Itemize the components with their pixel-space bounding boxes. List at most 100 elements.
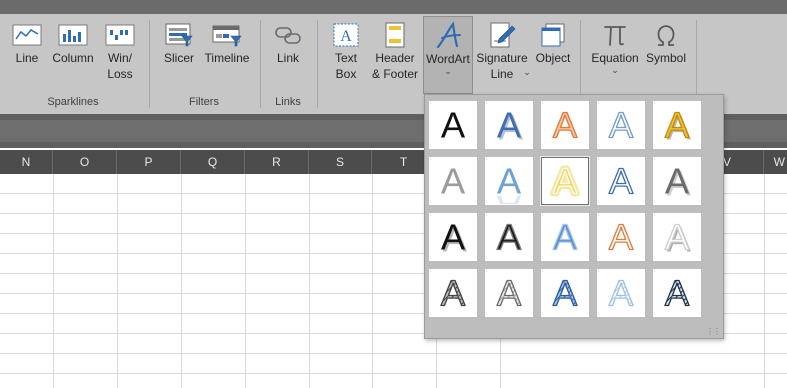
wordart-style-fill-gray-shadow[interactable]: AA (653, 157, 701, 205)
svg-text:A: A (497, 160, 522, 201)
wordart-letter-icon: A (608, 272, 634, 314)
svg-text:A: A (665, 104, 690, 145)
wordart-button[interactable]: WordArt ⌄ (423, 16, 473, 94)
wordart-icon (432, 21, 464, 51)
wordart-style-outline-blue[interactable]: A (597, 157, 645, 205)
winloss-sparkline-icon (104, 20, 136, 50)
timeline-button[interactable]: Timeline (202, 16, 252, 66)
signature-line-button[interactable]: Signature Line ⌄ (474, 16, 531, 81)
timeline-label: Timeline (204, 51, 250, 65)
object-icon (537, 20, 569, 50)
wordart-style-pattern-blue-light[interactable]: A (597, 269, 645, 317)
wordart-style-fill-blue-shadow[interactable]: AA (485, 101, 533, 149)
svg-text:A: A (665, 160, 690, 201)
svg-text:A: A (609, 160, 634, 201)
svg-text:A: A (497, 272, 522, 313)
line-sparkline-icon (11, 20, 43, 50)
group-separator (149, 20, 150, 108)
sparkline-column-button[interactable]: Column (50, 16, 96, 66)
wordart-letter-icon: A (441, 160, 466, 201)
wordart-style-pattern-blue[interactable]: A (541, 269, 589, 317)
gridline (53, 174, 54, 388)
svg-text:A: A (553, 216, 578, 257)
wordart-style-fill-white-gray-shadow[interactable]: AA (653, 213, 701, 261)
chevron-down-icon: ⌄ (523, 67, 531, 77)
wordart-label: WordArt (426, 52, 470, 66)
slicer-button[interactable]: Slicer (158, 16, 200, 66)
column-header-s[interactable]: S (309, 150, 372, 174)
wordart-letter-icon: AA (441, 216, 468, 259)
wordart-style-fill-black[interactable]: A (429, 101, 477, 149)
link-button[interactable]: Link (268, 16, 308, 66)
resize-grip-icon[interactable]: ⋮⋮ (706, 327, 721, 336)
wordart-letter-icon: AA (665, 160, 692, 203)
omega-icon (650, 20, 682, 50)
slicer-icon (163, 20, 195, 50)
wordart-letter-icon: AA (664, 216, 692, 260)
object-label: Object (535, 51, 571, 65)
text-box-icon: A (330, 20, 362, 50)
wordart-letter-icon: AA (497, 104, 524, 147)
wordart-style-fill-orange-outline[interactable]: A (541, 101, 589, 149)
svg-text:A: A (553, 160, 578, 201)
wordart-style-pattern-gray[interactable]: A (429, 269, 477, 317)
wordart-letter-icon: A (608, 216, 634, 258)
wordart-letter-icon: AA (550, 158, 581, 204)
wordart-style-fill-gold-shadow[interactable]: AA (653, 101, 701, 149)
gridline (372, 174, 373, 388)
text-box-button[interactable]: A Text Box (326, 16, 366, 82)
svg-text:A: A (497, 104, 522, 145)
pi-icon (599, 20, 631, 50)
equation-label: Equation (591, 51, 639, 65)
column-header-r[interactable]: R (245, 150, 309, 174)
filters-group-label: Filters (189, 96, 219, 108)
group-separator (317, 20, 318, 108)
wordart-letter-icon: A (441, 104, 466, 145)
wordart-style-outline-orange[interactable]: A (597, 213, 645, 261)
gridline (309, 174, 310, 388)
svg-text:A: A (609, 216, 634, 257)
wordart-letter-icon: AA (664, 104, 692, 148)
svg-text:A: A (441, 216, 466, 257)
text-box-label: Text Box (334, 51, 357, 81)
svg-text:A: A (441, 272, 466, 313)
equation-button[interactable]: Equation ⌄ (588, 16, 642, 75)
wordart-style-fill-black-white-outline[interactable]: A (485, 213, 533, 261)
gridline (117, 174, 118, 388)
header-footer-icon (379, 20, 411, 50)
sparkline-winloss-button[interactable]: Win/ Loss (100, 16, 140, 82)
wordart-letter-icon: A (440, 272, 466, 314)
sparkline-line-button[interactable]: Line (6, 16, 48, 66)
wordart-letter-icon: A (552, 104, 578, 146)
symbol-button[interactable]: Symbol (643, 16, 689, 66)
column-header-q[interactable]: Q (181, 150, 245, 174)
svg-text:A: A (665, 216, 690, 257)
sparkline-line-label: Line (15, 51, 39, 65)
column-header-n[interactable]: N (0, 150, 53, 174)
wordart-style-fill-blue-bevel[interactable]: A (541, 213, 589, 261)
header-footer-button[interactable]: Header & Footer (368, 16, 422, 82)
object-button[interactable]: Object (531, 16, 575, 66)
wordart-style-pattern-navy[interactable]: A (653, 269, 701, 317)
wordart-letter-icon: A (552, 216, 578, 258)
wordart-style-fill-gold-glow[interactable]: AA (540, 156, 590, 206)
signature-line-icon (486, 20, 518, 50)
wordart-style-fill-blue-reflection[interactable]: AA (485, 157, 533, 205)
group-separator (260, 20, 261, 108)
column-header-o[interactable]: O (53, 150, 117, 174)
svg-text:A: A (553, 104, 578, 145)
column-header-p[interactable]: P (117, 150, 181, 174)
sparklines-group-label: Sparklines (47, 96, 99, 108)
wordart-style-fill-white-outline-blue[interactable]: A (597, 101, 645, 149)
wordart-style-fill-black-shadow[interactable]: AA (429, 213, 477, 261)
wordart-style-fill-gray[interactable]: A (429, 157, 477, 205)
svg-text:A: A (665, 272, 690, 313)
link-label: Link (276, 51, 299, 65)
timeline-icon (211, 20, 243, 50)
wordart-style-pattern-gray-light[interactable]: A (485, 269, 533, 317)
gridline (764, 174, 765, 388)
wordart-letter-icon: A (496, 272, 522, 314)
svg-text:A: A (609, 104, 634, 145)
slicer-label: Slicer (163, 51, 194, 65)
column-header-w[interactable]: W (764, 150, 787, 174)
